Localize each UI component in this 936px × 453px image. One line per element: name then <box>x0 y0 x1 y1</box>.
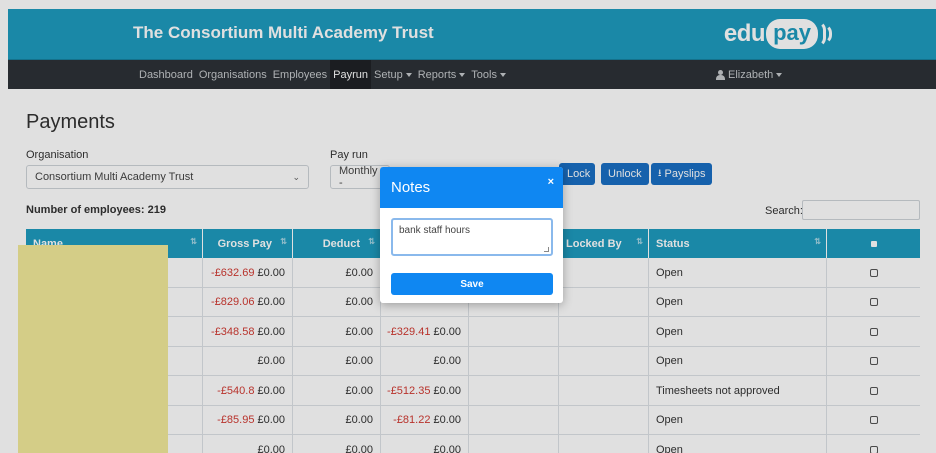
modal-title: Notes <box>391 179 431 196</box>
resize-handle-icon[interactable] <box>544 247 549 252</box>
close-icon[interactable]: × <box>548 176 554 188</box>
modal-header: Notes × <box>380 167 563 208</box>
notes-text: bank staff hours <box>399 225 470 236</box>
save-button[interactable]: Save <box>391 273 553 295</box>
notes-modal: Notes × bank staff hours Save <box>380 167 563 303</box>
notes-textarea[interactable]: bank staff hours <box>391 218 553 256</box>
